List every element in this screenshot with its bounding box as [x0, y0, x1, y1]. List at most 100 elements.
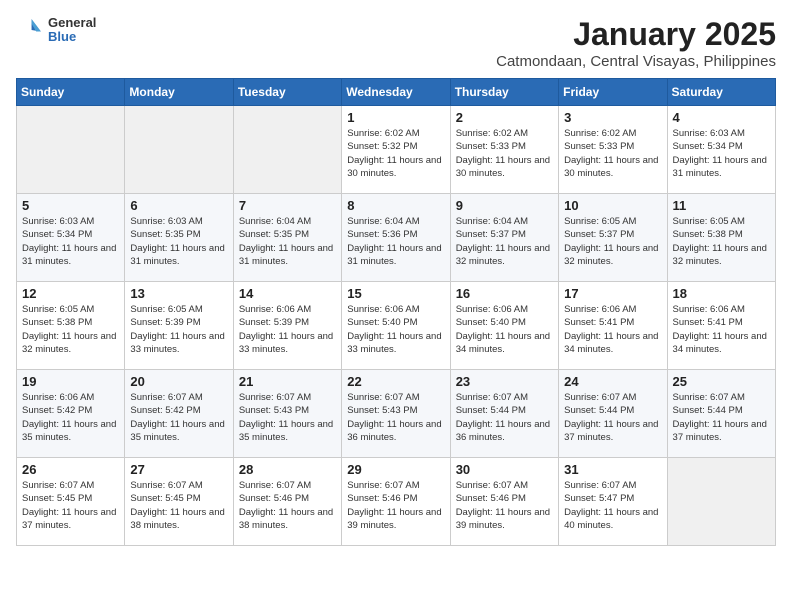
day-number: 18	[673, 286, 770, 301]
day-number: 11	[673, 198, 770, 213]
day-info: Sunrise: 6:04 AM Sunset: 5:37 PM Dayligh…	[456, 215, 553, 268]
day-info: Sunrise: 6:04 AM Sunset: 5:36 PM Dayligh…	[347, 215, 444, 268]
weekday-header: Wednesday	[342, 79, 450, 106]
day-info: Sunrise: 6:06 AM Sunset: 5:40 PM Dayligh…	[456, 303, 553, 356]
calendar-day-cell: 30 Sunrise: 6:07 AM Sunset: 5:46 PM Dayli…	[450, 458, 558, 546]
day-number: 30	[456, 462, 553, 477]
day-info: Sunrise: 6:07 AM Sunset: 5:44 PM Dayligh…	[456, 391, 553, 444]
day-number: 29	[347, 462, 444, 477]
day-info: Sunrise: 6:07 AM Sunset: 5:46 PM Dayligh…	[456, 479, 553, 532]
calendar-day-cell: 4Sunrise: 6:03 AM Sunset: 5:34 PM Daylig…	[667, 106, 775, 194]
day-info: Sunrise: 6:07 AM Sunset: 5:43 PM Dayligh…	[239, 391, 336, 444]
calendar-day-cell: 29 Sunrise: 6:07 AM Sunset: 5:46 PM Dayli…	[342, 458, 450, 546]
calendar-day-cell: 10 Sunrise: 6:05 AM Sunset: 5:37 PM Dayli…	[559, 194, 667, 282]
day-info: Sunrise: 6:07 AM Sunset: 5:42 PM Dayligh…	[130, 391, 227, 444]
day-info: Sunrise: 6:07 AM Sunset: 5:43 PM Dayligh…	[347, 391, 444, 444]
calendar-day-cell: 8Sunrise: 6:04 AM Sunset: 5:36 PM Daylig…	[342, 194, 450, 282]
calendar-day-cell: 24 Sunrise: 6:07 AM Sunset: 5:44 PM Dayli…	[559, 370, 667, 458]
day-info: Sunrise: 6:05 AM Sunset: 5:37 PM Dayligh…	[564, 215, 661, 268]
logo-text: General Blue	[48, 16, 96, 45]
calendar-day-cell: 6Sunrise: 6:03 AM Sunset: 5:35 PM Daylig…	[125, 194, 233, 282]
day-number: 14	[239, 286, 336, 301]
calendar-day-cell: 9 Sunrise: 6:04 AM Sunset: 5:37 PM Daylig…	[450, 194, 558, 282]
logo-icon	[16, 16, 44, 44]
day-info: Sunrise: 6:07 AM Sunset: 5:45 PM Dayligh…	[22, 479, 119, 532]
day-info: Sunrise: 6:07 AM Sunset: 5:47 PM Dayligh…	[564, 479, 661, 532]
calendar-day-cell	[125, 106, 233, 194]
day-info: Sunrise: 6:06 AM Sunset: 5:42 PM Dayligh…	[22, 391, 119, 444]
weekday-header: Saturday	[667, 79, 775, 106]
calendar-day-cell: 15 Sunrise: 6:06 AM Sunset: 5:40 PM Dayli…	[342, 282, 450, 370]
day-info: Sunrise: 6:02 AM Sunset: 5:33 PM Dayligh…	[456, 127, 553, 180]
day-number: 16	[456, 286, 553, 301]
calendar-week-row: 19Sunrise: 6:06 AM Sunset: 5:42 PM Dayli…	[17, 370, 776, 458]
calendar-day-cell: 2Sunrise: 6:02 AM Sunset: 5:33 PM Daylig…	[450, 106, 558, 194]
day-info: Sunrise: 6:06 AM Sunset: 5:40 PM Dayligh…	[347, 303, 444, 356]
calendar-day-cell	[233, 106, 341, 194]
day-info: Sunrise: 6:06 AM Sunset: 5:41 PM Dayligh…	[564, 303, 661, 356]
day-info: Sunrise: 6:07 AM Sunset: 5:45 PM Dayligh…	[130, 479, 227, 532]
calendar-day-cell: 13Sunrise: 6:05 AM Sunset: 5:39 PM Dayli…	[125, 282, 233, 370]
calendar-day-cell: 17Sunrise: 6:06 AM Sunset: 5:41 PM Dayli…	[559, 282, 667, 370]
day-number: 25	[673, 374, 770, 389]
page-header: General Blue January 2025 Catmondaan, Ce…	[16, 16, 776, 70]
calendar-day-cell: 21 Sunrise: 6:07 AM Sunset: 5:43 PM Dayli…	[233, 370, 341, 458]
calendar-day-cell: 28 Sunrise: 6:07 AM Sunset: 5:46 PM Dayli…	[233, 458, 341, 546]
calendar-day-cell: 20 Sunrise: 6:07 AM Sunset: 5:42 PM Dayli…	[125, 370, 233, 458]
month-title: January 2025	[496, 16, 776, 53]
calendar-table: SundayMondayTuesdayWednesdayThursdayFrid…	[16, 78, 776, 546]
day-number: 12	[22, 286, 119, 301]
day-number: 7	[239, 198, 336, 213]
weekday-header: Tuesday	[233, 79, 341, 106]
day-number: 22	[347, 374, 444, 389]
title-block: January 2025 Catmondaan, Central Visayas…	[496, 16, 776, 70]
day-info: Sunrise: 6:04 AM Sunset: 5:35 PM Dayligh…	[239, 215, 336, 268]
calendar-day-cell: 26 Sunrise: 6:07 AM Sunset: 5:45 PM Dayli…	[17, 458, 125, 546]
day-info: Sunrise: 6:02 AM Sunset: 5:32 PM Dayligh…	[347, 127, 444, 180]
calendar-day-cell: 18 Sunrise: 6:06 AM Sunset: 5:41 PM Dayli…	[667, 282, 775, 370]
calendar-day-cell: 31 Sunrise: 6:07 AM Sunset: 5:47 PM Dayli…	[559, 458, 667, 546]
day-number: 31	[564, 462, 661, 477]
calendar-day-cell	[667, 458, 775, 546]
day-number: 20	[130, 374, 227, 389]
day-info: Sunrise: 6:03 AM Sunset: 5:34 PM Dayligh…	[22, 215, 119, 268]
calendar-day-cell: 23Sunrise: 6:07 AM Sunset: 5:44 PM Dayli…	[450, 370, 558, 458]
calendar-day-cell: 1 Sunrise: 6:02 AM Sunset: 5:32 PM Daylig…	[342, 106, 450, 194]
weekday-header: Monday	[125, 79, 233, 106]
day-info: Sunrise: 6:07 AM Sunset: 5:46 PM Dayligh…	[239, 479, 336, 532]
location-title: Catmondaan, Central Visayas, Philippines	[496, 53, 776, 70]
day-info: Sunrise: 6:07 AM Sunset: 5:46 PM Dayligh…	[347, 479, 444, 532]
weekday-header: Thursday	[450, 79, 558, 106]
weekday-header: Friday	[559, 79, 667, 106]
calendar-day-cell: 27Sunrise: 6:07 AM Sunset: 5:45 PM Dayli…	[125, 458, 233, 546]
day-number: 6	[130, 198, 227, 213]
calendar-day-cell: 12 Sunrise: 6:05 AM Sunset: 5:38 PM Dayli…	[17, 282, 125, 370]
day-number: 21	[239, 374, 336, 389]
day-number: 13	[130, 286, 227, 301]
day-number: 24	[564, 374, 661, 389]
day-number: 28	[239, 462, 336, 477]
day-info: Sunrise: 6:02 AM Sunset: 5:33 PM Dayligh…	[564, 127, 661, 180]
day-number: 26	[22, 462, 119, 477]
calendar-day-cell: 14 Sunrise: 6:06 AM Sunset: 5:39 PM Dayli…	[233, 282, 341, 370]
day-info: Sunrise: 6:05 AM Sunset: 5:38 PM Dayligh…	[673, 215, 770, 268]
day-info: Sunrise: 6:07 AM Sunset: 5:44 PM Dayligh…	[564, 391, 661, 444]
day-number: 4	[673, 110, 770, 125]
calendar-day-cell	[17, 106, 125, 194]
day-info: Sunrise: 6:06 AM Sunset: 5:39 PM Dayligh…	[239, 303, 336, 356]
day-number: 1	[347, 110, 444, 125]
calendar-day-cell: 25 Sunrise: 6:07 AM Sunset: 5:44 PM Dayli…	[667, 370, 775, 458]
day-info: Sunrise: 6:07 AM Sunset: 5:44 PM Dayligh…	[673, 391, 770, 444]
calendar-day-cell: 5Sunrise: 6:03 AM Sunset: 5:34 PM Daylig…	[17, 194, 125, 282]
calendar-week-row: 12 Sunrise: 6:05 AM Sunset: 5:38 PM Dayli…	[17, 282, 776, 370]
day-info: Sunrise: 6:05 AM Sunset: 5:38 PM Dayligh…	[22, 303, 119, 356]
day-number: 15	[347, 286, 444, 301]
day-number: 9	[456, 198, 553, 213]
calendar-day-cell: 22 Sunrise: 6:07 AM Sunset: 5:43 PM Dayli…	[342, 370, 450, 458]
day-info: Sunrise: 6:06 AM Sunset: 5:41 PM Dayligh…	[673, 303, 770, 356]
calendar-day-cell: 3Sunrise: 6:02 AM Sunset: 5:33 PM Daylig…	[559, 106, 667, 194]
calendar-week-row: 26 Sunrise: 6:07 AM Sunset: 5:45 PM Dayli…	[17, 458, 776, 546]
calendar-day-cell: 19Sunrise: 6:06 AM Sunset: 5:42 PM Dayli…	[17, 370, 125, 458]
day-number: 10	[564, 198, 661, 213]
calendar-week-row: 5Sunrise: 6:03 AM Sunset: 5:34 PM Daylig…	[17, 194, 776, 282]
